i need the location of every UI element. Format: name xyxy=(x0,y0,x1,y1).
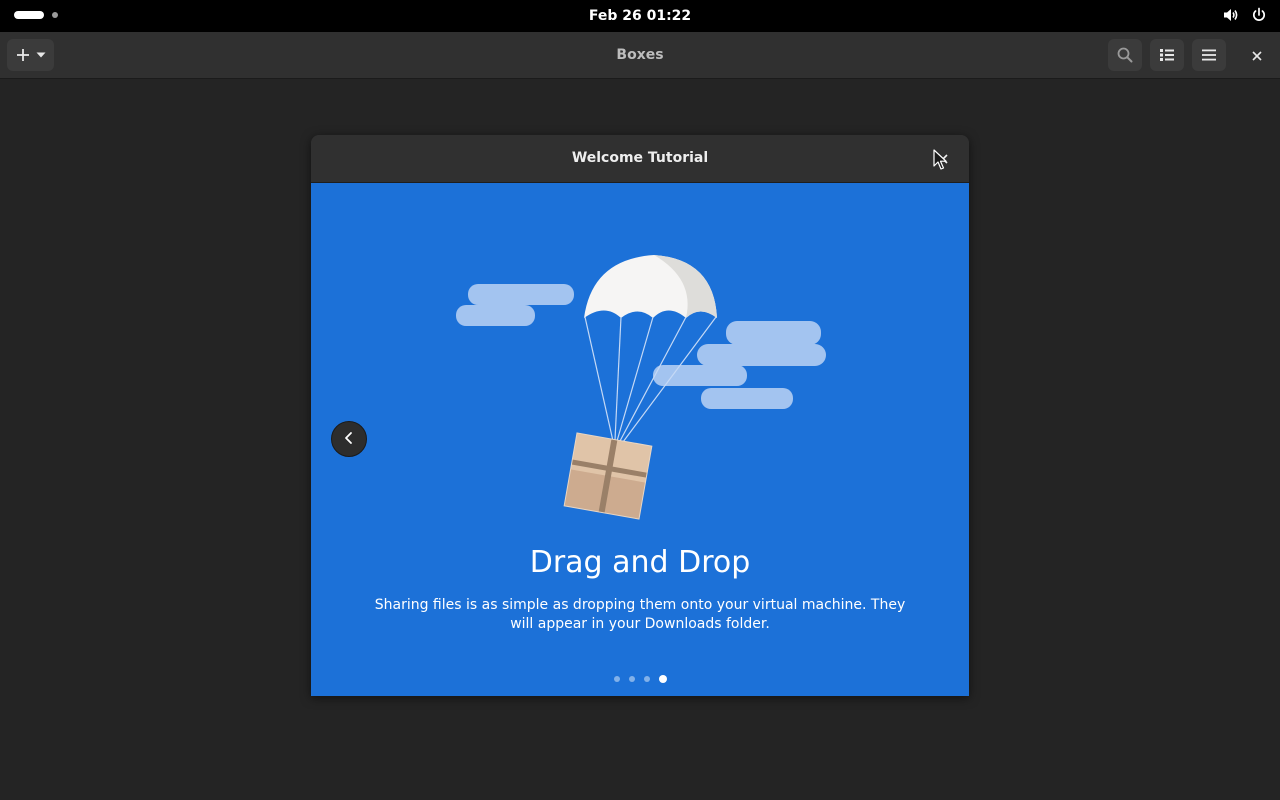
chevron-down-icon xyxy=(35,49,47,61)
close-icon xyxy=(937,150,949,169)
page-indicator-dot[interactable] xyxy=(643,676,650,682)
search-button[interactable] xyxy=(1108,39,1142,71)
main-menu-button[interactable] xyxy=(1192,39,1226,71)
header-bar: Boxes xyxy=(0,32,1280,79)
window-title: Boxes xyxy=(616,47,664,63)
list-view-button[interactable] xyxy=(1150,39,1184,71)
list-view-icon xyxy=(1159,47,1175,63)
add-icon xyxy=(15,47,31,63)
volume-icon[interactable] xyxy=(1222,6,1240,24)
page-indicator-dot[interactable] xyxy=(613,676,620,682)
system-tray[interactable] xyxy=(1222,6,1268,24)
window-close-button[interactable] xyxy=(1243,42,1271,70)
page-indicator-dot-active[interactable] xyxy=(658,675,667,683)
parachute-package-illustration xyxy=(456,255,826,520)
clock[interactable]: Feb 26 01:22 xyxy=(0,0,1280,32)
close-icon xyxy=(1251,47,1263,66)
chevron-left-icon xyxy=(342,430,356,449)
new-machine-button[interactable] xyxy=(7,39,54,71)
dialog-title: Welcome Tutorial xyxy=(571,150,709,166)
tutorial-page-title: Drag and Drop xyxy=(529,545,751,580)
tutorial-page: Drag and Drop Sharing files is as simple… xyxy=(311,183,969,696)
top-bar: Feb 26 01:22 xyxy=(0,0,1280,32)
power-icon[interactable] xyxy=(1250,6,1268,24)
page-indicator[interactable] xyxy=(311,675,969,683)
hamburger-menu-icon xyxy=(1201,47,1217,63)
dialog-close-button[interactable] xyxy=(929,145,957,173)
dialog-header: Welcome Tutorial xyxy=(311,135,969,183)
page-indicator-dot[interactable] xyxy=(628,676,635,682)
search-icon xyxy=(1116,46,1134,64)
previous-page-button[interactable] xyxy=(331,421,367,457)
welcome-tutorial-dialog: Welcome Tutorial Drag and Drop Sharing f… xyxy=(311,135,969,696)
tutorial-page-description: Sharing files is as simple as dropping t… xyxy=(374,597,906,632)
